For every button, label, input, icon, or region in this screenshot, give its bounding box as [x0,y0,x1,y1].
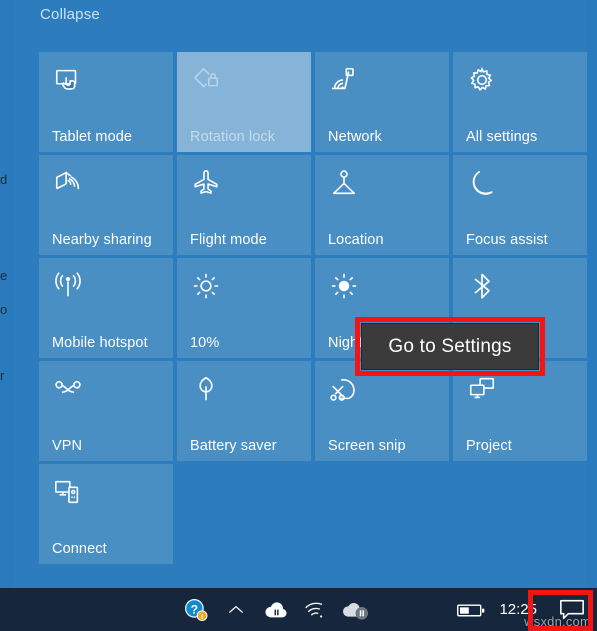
quick-action-project[interactable]: Project [453,361,587,461]
moon-icon [467,168,497,198]
wifi-icon[interactable] [296,588,336,631]
background-text-fragment: o [0,302,8,317]
quick-action-tablet-mode[interactable]: Tablet mode [39,52,173,152]
quick-action-label: Nearby sharing [52,232,152,248]
location-icon [329,168,359,198]
quick-action-screen-snip[interactable]: Screen snip [315,361,449,461]
quick-action-label: Mobile hotspot [52,335,148,351]
tablet-mode-icon [53,65,83,95]
quick-action-location[interactable]: Location [315,155,449,255]
hotspot-icon [53,271,83,301]
vpn-icon [53,374,83,404]
quick-action-label: Location [328,232,384,248]
taskbar-tray-left: ? i [176,588,376,631]
screen: d e o r Collapse Tablet mode Rotation lo… [0,0,597,631]
quick-action-rotation-lock[interactable]: Rotation lock [177,52,311,152]
quick-action-label: All settings [466,129,538,145]
quick-action-connect[interactable]: Connect [39,464,173,564]
quick-action-label: Focus assist [466,232,548,248]
quick-action-label: Battery saver [190,438,277,454]
night-light-icon [329,271,359,301]
quick-action-label: Network [328,129,382,145]
background-text-fragment: e [0,268,8,283]
quick-action-vpn[interactable]: VPN [39,361,173,461]
onedrive-personal-paused-icon[interactable] [336,588,376,631]
quick-action-label: Flight mode [190,232,267,248]
quick-action-battery-saver[interactable]: Battery saver [177,361,311,461]
leaf-icon [191,374,221,404]
quick-action-mobile-hotspot[interactable]: Mobile hotspot [39,258,173,358]
quick-action-label: Project [466,438,512,454]
quick-action-label: Rotation lock [190,129,276,145]
onedrive-paused-icon[interactable] [256,588,296,631]
screen-snip-icon [329,374,359,404]
quick-action-label: VPN [52,438,83,454]
quick-action-network[interactable]: Network [315,52,449,152]
go-to-settings-highlight-box [355,317,545,376]
collapse-link[interactable]: Collapse [40,6,100,23]
quick-actions-grid: Tablet mode Rotation lock Network All se… [39,52,587,564]
brightness-icon [191,271,221,301]
quick-action-label: Connect [52,541,107,557]
rotation-lock-icon [191,65,221,95]
quick-action-label: Tablet mode [52,129,133,145]
quick-action-label: 10% [190,335,220,351]
action-center-panel: Collapse Tablet mode Rotation lock Netwo… [14,0,587,588]
battery-icon[interactable] [449,588,493,631]
action-center-highlight-box [528,590,593,631]
quick-action-nearby-sharing[interactable]: Nearby sharing [39,155,173,255]
bluetooth-icon [467,271,497,301]
svg-text:i: i [201,611,203,620]
project-icon [467,374,497,404]
background-text-fragment: d [0,172,8,187]
background-text-fragment: r [0,368,5,383]
network-icon [329,65,359,95]
gear-icon [467,65,497,95]
connect-icon [53,477,83,507]
quick-action-label: Screen snip [328,438,406,454]
help-question-icon[interactable]: ? i [176,588,216,631]
show-hidden-icons-chevron-icon[interactable] [216,588,256,631]
taskbar: ? i 12:25 wsxdn.com [0,588,597,631]
nearby-sharing-icon [53,168,83,198]
quick-action-all-settings[interactable]: All settings [453,52,587,152]
quick-action-focus-assist[interactable]: Focus assist [453,155,587,255]
quick-action-flight-mode[interactable]: Flight mode [177,155,311,255]
quick-action-brightness[interactable]: 10% [177,258,311,358]
airplane-icon [191,168,221,198]
